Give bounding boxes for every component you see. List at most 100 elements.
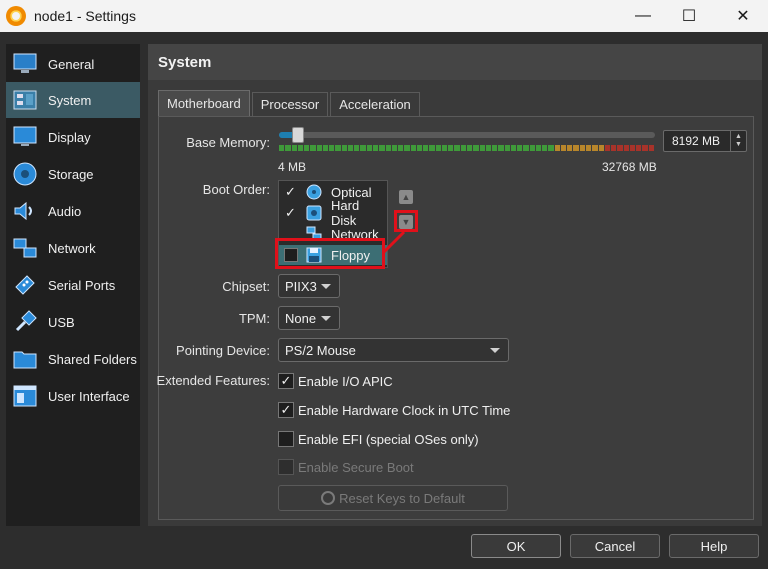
- check-mark-icon[interactable]: ✓: [285, 205, 297, 221]
- tab-processor[interactable]: Processor: [251, 92, 329, 116]
- sidebar-item-label: System: [48, 92, 92, 108]
- range-segment: [498, 145, 504, 151]
- minimize-button[interactable]: —: [620, 0, 666, 32]
- range-segment: [598, 145, 604, 151]
- sidebar-item-storage[interactable]: Storage: [6, 156, 140, 192]
- range-segment: [304, 145, 310, 151]
- serial-ports-icon: [12, 272, 38, 298]
- boot-item-hard-disk[interactable]: ✓ Hard Disk: [279, 198, 387, 228]
- sidebar-item-label: Serial Ports: [48, 277, 116, 293]
- range-segment: [466, 145, 473, 151]
- audio-icon: [12, 198, 38, 224]
- range-segment: [416, 145, 423, 151]
- base-memory-slider-handle[interactable]: [291, 127, 304, 143]
- enable-io-apic-checkbox[interactable]: ✓: [278, 373, 294, 389]
- chevron-down-icon: [321, 316, 331, 321]
- panel-header: System: [148, 44, 762, 80]
- tab-motherboard[interactable]: Motherboard: [158, 90, 250, 116]
- range-segment: [642, 145, 648, 151]
- pointing-device-label: Pointing Device:: [176, 343, 270, 358]
- extended-features-label: Extended Features:: [156, 373, 270, 388]
- cancel-button[interactable]: Cancel: [570, 534, 660, 558]
- general-icon: [12, 51, 38, 77]
- range-segment: [623, 145, 629, 151]
- range-segment: [586, 145, 592, 151]
- chipset-value: PIIX3: [285, 278, 317, 294]
- range-segment: [372, 145, 379, 151]
- range-segment: [441, 145, 448, 151]
- range-segment: [636, 145, 642, 151]
- floppy-highlight-annotation: [275, 238, 385, 269]
- sidebar-item-label: USB: [48, 314, 75, 330]
- window-title: node1 - Settings: [34, 8, 136, 24]
- range-segment: [504, 145, 510, 151]
- sidebar-item-audio[interactable]: Audio: [6, 193, 140, 229]
- chevron-down-icon: [321, 284, 331, 289]
- memory-max-label: 32768 MB: [602, 160, 657, 174]
- base-memory-slider-track[interactable]: [279, 132, 655, 138]
- network-icon: [12, 235, 38, 261]
- boot-order-label: Boot Order:: [202, 182, 270, 197]
- range-segment: [423, 145, 429, 151]
- reset-keys-label: Reset Keys to Default: [339, 490, 465, 506]
- ok-button[interactable]: OK: [471, 534, 561, 558]
- optical-disc-icon: [306, 184, 322, 200]
- base-memory-value: 8192 MB: [672, 134, 721, 148]
- range-segment: [347, 145, 354, 151]
- tpm-select[interactable]: None: [278, 306, 340, 330]
- range-segment: [554, 145, 560, 151]
- range-segment: [391, 145, 398, 151]
- tab-acceleration[interactable]: Acceleration: [330, 92, 420, 116]
- pointing-device-select[interactable]: PS/2 Mouse: [278, 338, 509, 362]
- range-segment: [560, 145, 567, 151]
- range-segment: [629, 145, 636, 151]
- page-title: System: [158, 54, 212, 71]
- chipset-label: Chipset:: [222, 279, 270, 294]
- range-segment: [316, 145, 322, 151]
- sidebar-item-user-interface[interactable]: User Interface: [6, 378, 140, 414]
- range-segment: [448, 145, 454, 151]
- move-up-arrow-icon[interactable]: ▲: [399, 190, 413, 204]
- sidebar-item-general[interactable]: General: [6, 46, 140, 82]
- enable-secure-boot-checkbox: [278, 459, 294, 475]
- check-mark-icon[interactable]: ✓: [285, 184, 297, 200]
- sidebar-item-usb[interactable]: USB: [6, 304, 140, 340]
- enable-efi-checkbox[interactable]: [278, 431, 294, 447]
- range-segment: [573, 145, 579, 151]
- pointing-device-value: PS/2 Mouse: [285, 342, 356, 358]
- range-segment: [523, 145, 529, 151]
- range-segment: [567, 145, 573, 151]
- enable-io-apic-label: Enable I/O APIC: [298, 373, 393, 389]
- sidebar-item-shared-folders[interactable]: Shared Folders: [6, 341, 140, 377]
- range-segment: [592, 145, 598, 151]
- sidebar-item-network[interactable]: Network: [6, 230, 140, 266]
- tpm-value: None: [285, 310, 317, 326]
- spin-arrows-icon[interactable]: ▲ ▼: [730, 131, 746, 151]
- base-memory-spinbox[interactable]: 8192 MB ▲ ▼: [663, 130, 747, 152]
- range-segment: [648, 145, 654, 151]
- range-segment: [385, 145, 391, 151]
- sidebar-item-label: Storage: [48, 166, 94, 182]
- sidebar-item-serial-ports[interactable]: Serial Ports: [6, 267, 140, 303]
- system-icon: [12, 87, 38, 113]
- usb-icon: [12, 309, 38, 335]
- maximize-button[interactable]: ☐: [666, 0, 712, 32]
- range-segment: [335, 145, 341, 151]
- user-interface-icon: [12, 383, 38, 409]
- range-segment: [366, 145, 372, 151]
- enable-utc-clock-checkbox[interactable]: ✓: [278, 402, 294, 418]
- range-segment: [510, 145, 517, 151]
- close-button[interactable]: ✕: [720, 0, 766, 32]
- range-segment: [517, 145, 523, 151]
- sidebar-item-label: Network: [48, 240, 96, 256]
- sidebar-item-system[interactable]: System: [6, 82, 140, 118]
- help-button[interactable]: Help: [669, 534, 759, 558]
- reset-keys-button: Reset Keys to Default: [278, 485, 508, 511]
- range-segment: [297, 145, 304, 151]
- settings-sidebar: General System Display Storage Audio Net…: [6, 44, 140, 526]
- range-segment: [279, 145, 285, 151]
- sidebar-item-display[interactable]: Display: [6, 119, 140, 155]
- virtualbox-app-icon: [6, 6, 26, 26]
- tab-bar: Motherboard Processor Acceleration: [158, 90, 422, 116]
- chipset-select[interactable]: PIIX3: [278, 274, 340, 298]
